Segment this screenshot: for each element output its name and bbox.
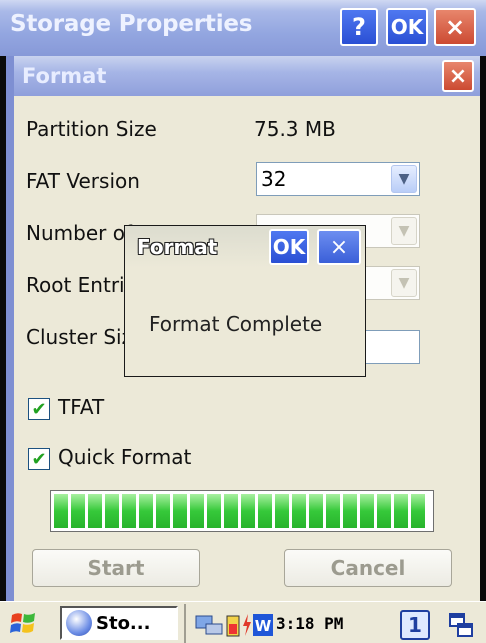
partition-size-value: 75.3 MB [254, 117, 336, 141]
chevron-down-icon[interactable]: ▼ [391, 165, 417, 193]
format-complete-messagebox: Format OK × Format Complete [124, 225, 366, 377]
chevron-down-icon[interactable]: ▼ [391, 217, 417, 245]
progress-segment [377, 494, 391, 528]
storage-properties-titlebar: Storage Properties ? OK × [0, 0, 486, 56]
format-dialog-titlebar: Format × [14, 56, 480, 96]
progress-segment [292, 494, 306, 528]
progress-segment [258, 494, 272, 528]
messagebox-message: Format Complete [149, 312, 323, 336]
progress-segment [275, 494, 289, 528]
format-dialog-title: Format [22, 64, 107, 88]
messagebox-title: Format [137, 235, 218, 259]
start-button[interactable]: Start [32, 549, 200, 587]
storage-task-icon [66, 610, 92, 636]
clock[interactable]: 3:18 PM [276, 614, 343, 633]
svg-text:W: W [255, 617, 272, 635]
cancel-button[interactable]: Cancel [284, 549, 452, 587]
progress-segment [139, 494, 153, 528]
format-progress-bar [50, 490, 434, 532]
progress-segment [309, 494, 323, 528]
close-button[interactable]: × [434, 8, 476, 46]
network-icon[interactable] [194, 612, 224, 638]
progress-segment [54, 494, 68, 528]
progress-segment [173, 494, 187, 528]
window-border-left-inner [6, 56, 14, 601]
window-title: Storage Properties [10, 11, 253, 37]
progress-segment [224, 494, 238, 528]
messagebox-close-button[interactable]: × [317, 229, 361, 265]
chevron-down-icon[interactable]: ▼ [391, 269, 417, 297]
battery-icon[interactable] [226, 612, 240, 638]
messagebox-ok-button[interactable]: OK [269, 229, 309, 265]
progress-segment [326, 494, 340, 528]
tfat-label: TFAT [58, 395, 105, 419]
system-tray: W 3:18 PM 1 [184, 604, 486, 643]
help-button[interactable]: ? [340, 8, 378, 46]
fat-version-value: 32 [261, 167, 287, 191]
storage-task-button[interactable]: Sto... [60, 606, 178, 640]
progress-segment [156, 494, 170, 528]
windows-start-icon[interactable] [10, 610, 38, 636]
quick-format-checkbox[interactable]: ✔ [28, 448, 50, 470]
progress-segment [88, 494, 102, 528]
fat-version-combo[interactable]: 32 ▼ [256, 162, 420, 196]
word-icon[interactable]: W [252, 612, 274, 638]
progress-segment [360, 494, 374, 528]
task-label: Sto... [96, 612, 151, 634]
power-icon[interactable] [242, 612, 252, 638]
fat-version-label: FAT Version [26, 169, 140, 193]
progress-segment [190, 494, 204, 528]
input-panel-icon[interactable]: 1 [400, 610, 430, 640]
messagebox-titlebar: Format OK × [125, 226, 365, 268]
quick-format-label: Quick Format [58, 445, 192, 469]
progress-segment [343, 494, 357, 528]
progress-segment [105, 494, 119, 528]
partition-size-label: Partition Size [26, 117, 157, 141]
format-close-button[interactable]: × [442, 60, 474, 92]
progress-segment [207, 494, 221, 528]
window-border-right [480, 56, 486, 601]
ok-button[interactable]: OK [386, 8, 428, 46]
windows-switch-icon[interactable] [448, 612, 474, 638]
progress-segment [122, 494, 136, 528]
progress-segment [394, 494, 408, 528]
tfat-checkbox[interactable]: ✔ [28, 398, 50, 420]
progress-segment [411, 494, 425, 528]
progress-segment [241, 494, 255, 528]
progress-segment [71, 494, 85, 528]
taskbar: Sto... W 3:18 PM 1 [0, 601, 486, 643]
